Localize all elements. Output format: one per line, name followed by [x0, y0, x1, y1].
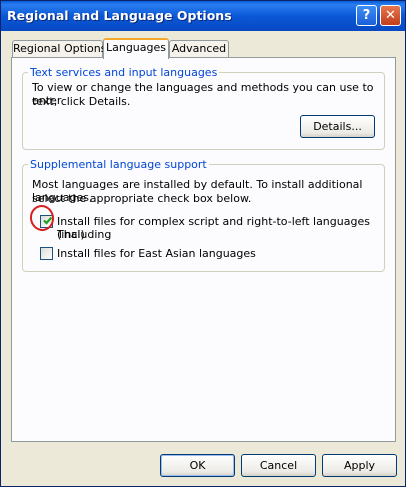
window-title: Regional and Language Options — [7, 8, 232, 23]
title-bar[interactable]: Regional and Language Options ? ✕ — [1, 1, 405, 31]
details-button[interactable]: Details... — [300, 115, 375, 138]
help-icon: ? — [362, 8, 371, 23]
east-asian-checkbox[interactable] — [40, 247, 53, 260]
text-services-legend: Text services and input languages — [30, 66, 218, 79]
east-asian-label[interactable]: Install files for East Asian languages — [57, 247, 256, 260]
tab-advanced[interactable]: Advanced — [169, 40, 229, 58]
apply-button[interactable]: Apply — [322, 454, 397, 477]
close-icon: ✕ — [385, 8, 396, 23]
text-services-description-line2: text, click Details. — [32, 95, 131, 108]
tab-regional-options[interactable]: Regional Options — [12, 40, 106, 58]
dialog-window: Regional and Language Options ? ✕ Region… — [0, 0, 406, 487]
help-button[interactable]: ? — [356, 5, 377, 26]
complex-script-label-line2[interactable]: Thai) — [57, 228, 85, 241]
ok-button[interactable]: OK — [160, 454, 235, 477]
supplemental-description-line2: select the appropriate check box below. — [32, 192, 252, 205]
supplemental-legend: Supplemental language support — [30, 158, 207, 171]
close-button[interactable]: ✕ — [380, 5, 401, 26]
cancel-button[interactable]: Cancel — [241, 454, 316, 477]
tab-languages[interactable]: Languages — [103, 38, 169, 59]
languages-panel: Text services and input languages To vie… — [11, 57, 396, 442]
complex-script-label-line1[interactable]: Install files for complex script and rig… — [57, 215, 395, 241]
